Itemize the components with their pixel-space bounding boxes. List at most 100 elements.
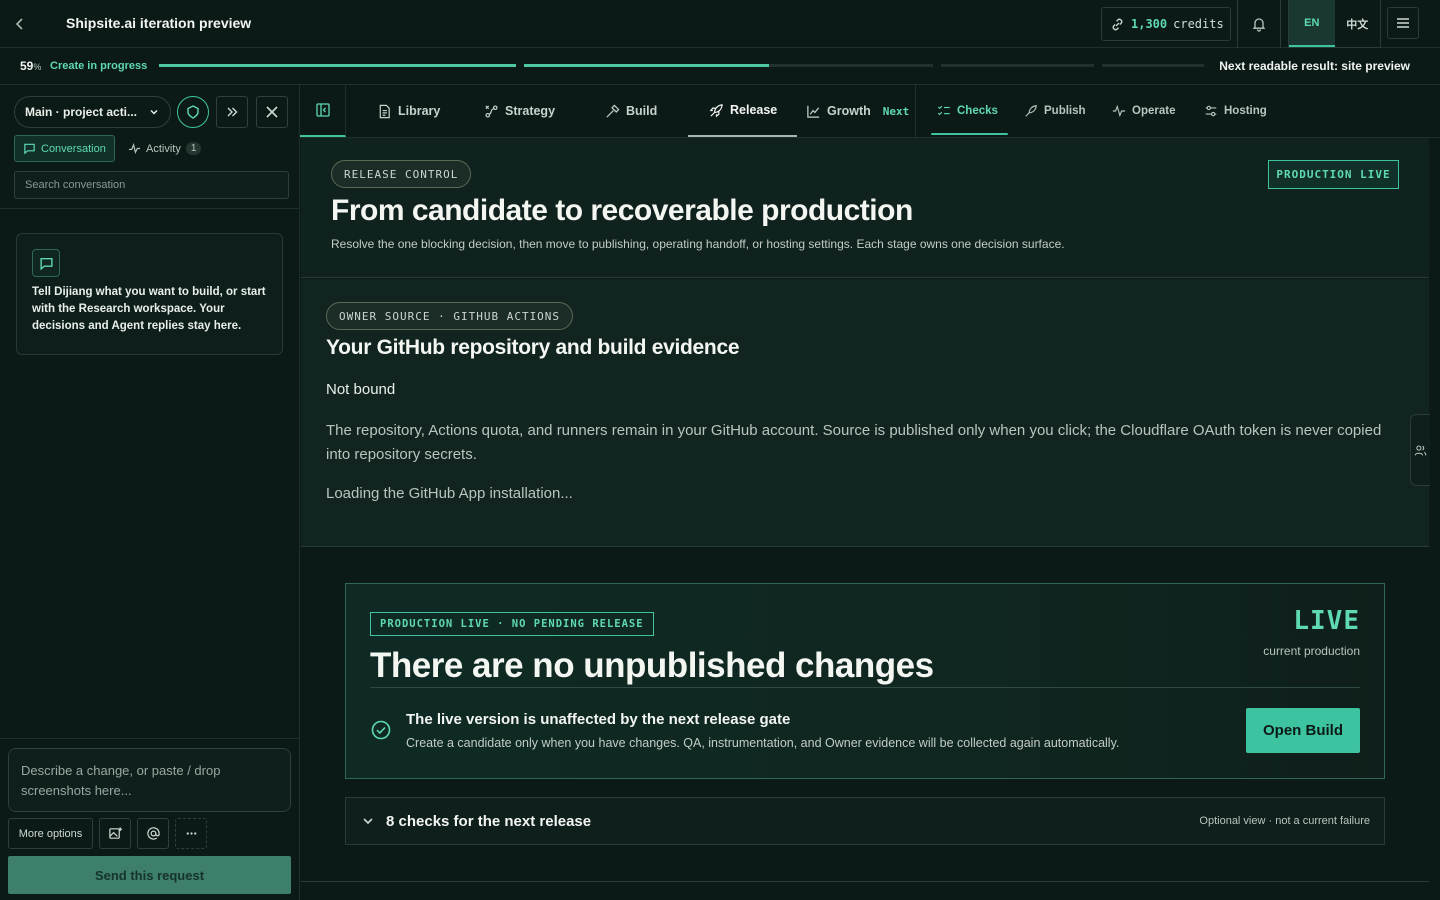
lang-zh-button[interactable]: 中文 [1335,0,1381,47]
message-composer[interactable] [8,748,291,812]
production-status-card: PRODUCTION LIVE · NO PENDING RELEASE The… [345,583,1385,779]
image-add-icon [108,826,123,841]
progress-segment [941,64,1094,67]
at-sign-icon [146,826,161,841]
project-select[interactable]: Main · project acti... [14,96,171,128]
shield-icon [185,104,201,120]
credits-label: credits [1173,17,1224,31]
live-status-caption: current production [1263,644,1360,658]
release-control-header: RELEASE CONTROL From candidate to recove… [301,138,1429,278]
github-binding-status: Not bound [326,381,396,398]
nav-release[interactable]: Release [688,85,797,137]
nav-release-label: Release [730,103,778,117]
rocket-icon [1024,104,1038,118]
more-options-button[interactable]: More options [8,818,93,849]
growth-next-badge: Next [882,104,910,118]
empty-state-text: Tell Dijiang what you want to build, or … [32,286,266,332]
release-gate-description: Create a candidate only when you have ch… [406,736,1120,750]
close-icon [265,105,279,119]
production-status-title: There are no unpublished changes [370,646,934,685]
progress-percent-sign: % [33,62,42,72]
bell-icon [1251,16,1267,32]
chat-bubble-icon [23,142,36,155]
shield-button[interactable] [177,96,209,128]
nav-build-label: Build [626,104,658,118]
next-result-label: Next readable result: site preview [1219,59,1410,73]
expand-button[interactable] [216,96,248,128]
release-checks-note: Optional view · not a current failure [1199,815,1370,827]
back-arrow-icon[interactable] [10,14,30,34]
sidebar-collapse-icon [315,102,331,118]
people-panel-tab[interactable] [1410,414,1430,486]
production-status-tag: PRODUCTION LIVE · NO PENDING RELEASE [370,612,654,636]
nav-growth-label: Growth [827,104,871,118]
top-bar: Shipsite.ai iteration preview 1,300 cred… [0,0,1440,48]
nav-build[interactable]: Build [605,85,657,137]
progress-percent: 59% [20,59,41,73]
progress-row: 59% Create in progress Next readable res… [0,48,1440,85]
empty-state-card: Tell Dijiang what you want to build, or … [16,233,283,355]
mention-button[interactable] [137,818,169,849]
nav-library-label: Library [398,104,441,118]
hammer-icon [605,104,620,119]
subtab-hosting-label: Hosting [1224,105,1267,117]
progress-status: Create in progress [50,60,148,72]
github-source-section: OWNER SOURCE · GITHUB ACTIONS Your GitHu… [301,279,1429,547]
checklist-icon [937,104,951,118]
users-icon [1414,444,1427,457]
link-icon [1110,17,1125,32]
github-description: The repository, Actions quota, and runne… [326,422,1382,463]
lang-en-button[interactable]: EN [1289,0,1335,47]
chevron-down-icon [361,814,375,828]
subtab-publish[interactable]: Publish [1024,85,1086,137]
credits-value: 1,300 [1131,17,1168,31]
conversation-sidebar: Main · project acti... Conversation Acti… [0,85,300,900]
owner-source-eyebrow: OWNER SOURCE · GITHUB ACTIONS [326,302,574,330]
tab-activity[interactable]: Activity 1 [128,135,202,162]
credits-button[interactable]: 1,300 credits [1101,7,1231,41]
menu-button[interactable] [1387,7,1419,39]
document-icon [377,104,392,119]
tab-conversation-label: Conversation [41,142,106,155]
chat-bubble-icon [32,249,60,277]
release-control-eyebrow: RELEASE CONTROL [331,160,472,188]
attach-image-button[interactable] [99,818,131,849]
divider [370,687,1360,688]
composer-area: More options Send this request [0,738,300,900]
progress-percent-value: 59 [20,59,34,73]
search-conversation-input[interactable] [14,171,289,199]
nav-library[interactable]: Library [377,85,440,137]
nav-strategy-label: Strategy [505,104,556,118]
nav-divider [915,85,916,137]
subtab-checks-label: Checks [957,105,998,117]
open-build-button[interactable]: Open Build [1246,708,1360,753]
nav-growth[interactable]: Growth Next [806,85,909,137]
hamburger-icon [1395,15,1411,31]
subtab-operate[interactable]: Operate [1112,85,1175,137]
nav-strategy[interactable]: Strategy [484,85,555,137]
release-checks-title: 8 checks for the next release [386,813,592,830]
page-subtitle: Resolve the one blocking decision, then … [331,237,1065,251]
sidebar-toggle-button[interactable] [300,85,346,137]
notifications-button[interactable] [1237,0,1281,48]
progress-segment [1102,64,1204,67]
release-checks-accordion[interactable]: 8 checks for the next release Optional v… [345,797,1385,845]
tab-conversation[interactable]: Conversation [14,135,115,162]
send-button[interactable]: Send this request [8,856,291,894]
subtab-hosting[interactable]: Hosting [1204,85,1267,137]
divider [301,881,1429,882]
close-panel-button[interactable] [256,96,288,128]
subtab-checks[interactable]: Checks [931,85,1008,137]
more-tools-button[interactable] [175,818,207,849]
chart-line-icon [806,104,821,119]
app-title: Shipsite.ai iteration preview [66,15,252,31]
production-live-badge: PRODUCTION LIVE [1268,160,1399,189]
release-gate-title: The live version is unaffected by the ne… [406,711,791,728]
subtab-publish-label: Publish [1044,105,1086,117]
github-section-title: Your GitHub repository and build evidenc… [326,336,740,359]
divider [0,208,300,209]
progress-segment [159,64,516,67]
pulse-icon [128,142,141,155]
pulse-icon [1112,104,1126,118]
ellipsis-icon [184,826,199,841]
